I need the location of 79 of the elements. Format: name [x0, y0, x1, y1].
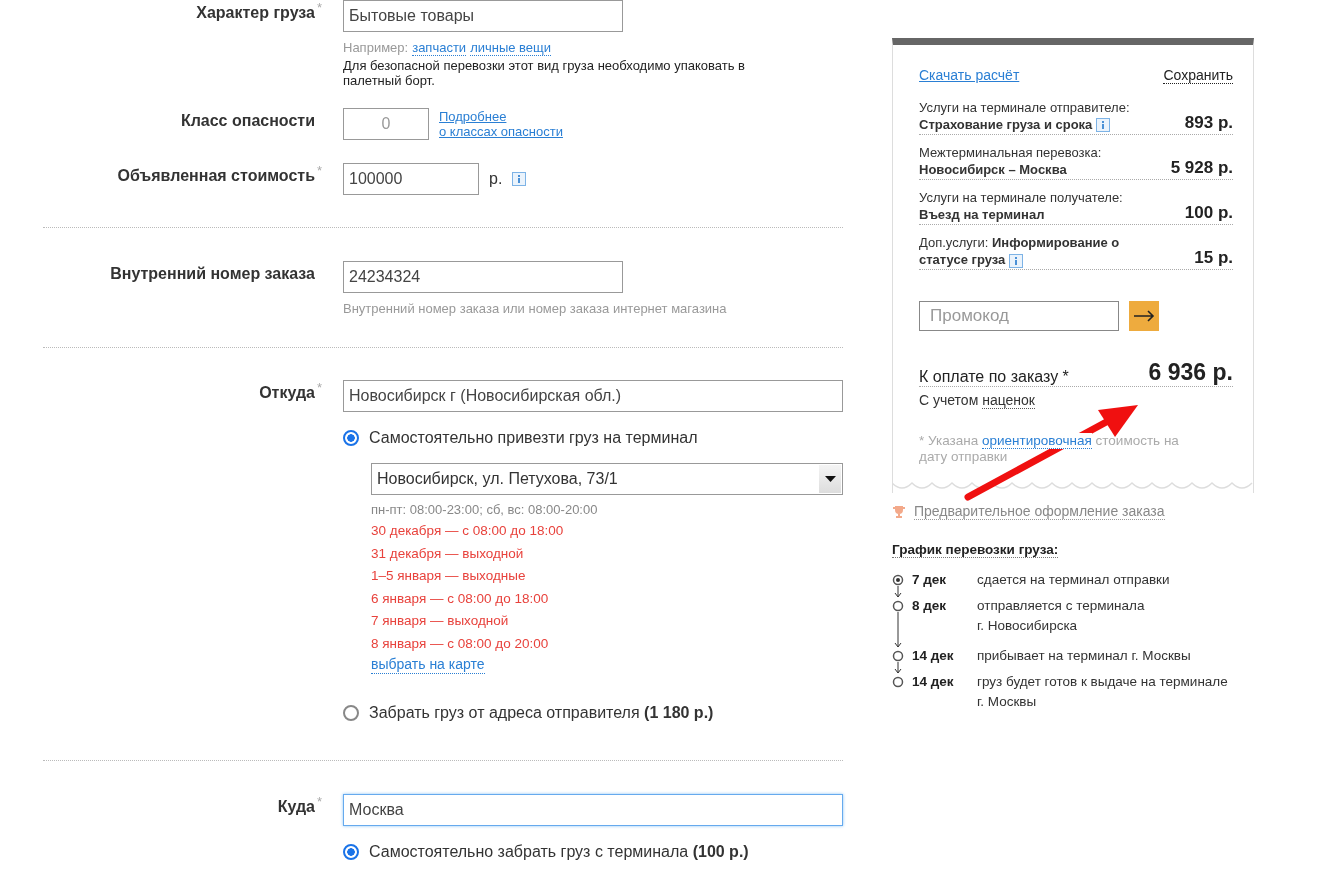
step-description: груз будет готов к выдаче на терминале г. Москвы: [977, 673, 1229, 711]
hint-text: Например:: [343, 40, 409, 56]
order-number-field[interactable]: 24234324: [343, 261, 623, 293]
service-title: Межтерминальная перевозка:: [919, 144, 1102, 161]
save-link[interactable]: Сохранить: [1163, 67, 1233, 84]
step-date: 14 дек: [912, 648, 955, 665]
total-label: К оплате по заказу *: [919, 368, 1069, 386]
field-label: Объявленная стоимость: [117, 167, 315, 185]
apply-promo-button[interactable]: [1129, 301, 1159, 331]
dropdown-button[interactable]: [819, 465, 841, 493]
map-link[interactable]: выбрать на карте: [371, 655, 485, 674]
declared-value-field[interactable]: 100000: [343, 163, 479, 195]
info-icon[interactable]: [512, 172, 527, 186]
origin-field[interactable]: Новосибирск г (Новосибирская обл.): [343, 380, 843, 412]
holiday-schedule: 31 декабря — выходной: [371, 544, 525, 563]
step-date: 14 дек: [912, 674, 955, 691]
working-hours: пн-пт: 08:00-23:00; сб, вс: 08:00-20:00: [371, 502, 599, 517]
example-link[interactable]: личные вещи: [470, 40, 552, 56]
service-price: 5 928 р.: [1170, 158, 1233, 178]
field-label: Куда: [277, 798, 315, 816]
field-label: Класс опасности: [180, 112, 315, 130]
step-description: сдается на терминал отправки: [977, 571, 1171, 589]
holiday-schedule: 6 января — с 08:00 до 18:00: [371, 589, 550, 608]
step-date: 7 дек: [912, 572, 948, 589]
required-mark: *: [317, 0, 323, 15]
example-link[interactable]: запчасти: [412, 40, 467, 56]
service-detail: Новосибирск – Москва: [919, 161, 1067, 178]
arrow-right-icon: [1133, 310, 1155, 322]
step-date: 8 дек: [912, 598, 948, 615]
hazard-info-link[interactable]: Подробнее о классах опасности: [439, 109, 563, 139]
required-mark: *: [317, 380, 323, 395]
destination-field[interactable]: Москва: [343, 794, 843, 826]
radio-option[interactable]: Самостоятельно привезти груз на терминал: [343, 429, 843, 447]
trophy-icon: [892, 504, 906, 519]
field-hint: Внутренний номер заказа или номер заказа интернет магазина: [343, 301, 728, 316]
radio-button[interactable]: [343, 430, 359, 446]
estimate-link[interactable]: ориентировочная: [981, 433, 1092, 449]
total-amount: 6 936 р.: [1148, 359, 1233, 386]
field-label: Внутренний номер заказа: [110, 265, 315, 283]
service-title: Услуги на терминале получателе:: [919, 189, 1123, 206]
download-link[interactable]: Скачать расчёт: [919, 67, 1020, 84]
down-arrow-icon: [894, 612, 902, 648]
service-price: 15 р.: [1194, 248, 1233, 268]
service-price: 893 р.: [1184, 113, 1233, 133]
radio-option[interactable]: Забрать груз от адреса отправителя (1 180 р.): [343, 704, 843, 722]
service-price: 100 р.: [1184, 203, 1233, 223]
required-mark: *: [317, 794, 323, 809]
holiday-schedule: 7 января — выходной: [371, 612, 510, 630]
pre-order-link[interactable]: Предварительное оформление заказа: [914, 503, 1165, 520]
holiday-schedule: 1–5 января — выходные: [371, 567, 527, 585]
down-arrow-icon: [894, 586, 902, 598]
currency-unit: р.: [489, 170, 503, 188]
holiday-schedule: 30 декабря — с 08:00 до 18:00: [371, 522, 565, 540]
required-mark: *: [317, 163, 323, 178]
step-description: отправляется с терминала г. Новосибирска: [977, 597, 1146, 635]
schedule-title: График перевозки груза:: [892, 542, 1059, 558]
service-title: Услуги на терминале отправителе:: [919, 99, 1130, 116]
markup-link[interactable]: наценок: [982, 392, 1035, 409]
markup-note: С учетом наценок: [919, 392, 1036, 408]
holiday-schedule: 8 января — с 08:00 до 20:00: [371, 634, 550, 653]
packing-note: Для безопасной перевозки этот вид груза необходимо упаковать в палетный борт.: [343, 58, 746, 88]
service-detail: Въезд на терминал: [919, 206, 1045, 223]
service-description: Доп.услуги: Информирование о статусе груза: [919, 234, 1121, 268]
field-label: Откуда: [259, 384, 315, 402]
info-icon[interactable]: [1008, 253, 1023, 268]
caret-icon: [824, 476, 836, 482]
radio-button[interactable]: [343, 844, 359, 860]
cargo-type-field[interactable]: Бытовые товары: [343, 0, 623, 32]
estimate-note: * Указана ориентировочная стоимость на дату отправки: [919, 433, 1180, 465]
terminal-select[interactable]: Новосибирск, ул. Петухова, 73/1: [371, 463, 843, 495]
promo-code-field[interactable]: Промокод: [919, 301, 1119, 331]
step-description: прибывает на терминал г. Москвы: [977, 647, 1192, 665]
field-label: Характер груза: [196, 4, 315, 22]
radio-button[interactable]: [343, 705, 359, 721]
radio-option[interactable]: Самостоятельно забрать груз с терминала (100 р.): [343, 843, 843, 861]
info-icon[interactable]: [1096, 117, 1111, 132]
hazard-class-field[interactable]: 0: [343, 108, 429, 140]
service-detail: Страхование груза и срока: [919, 116, 1093, 133]
down-arrow-icon: [894, 662, 902, 674]
